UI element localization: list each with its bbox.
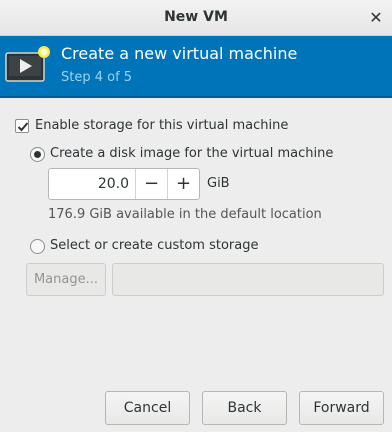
- available-space-text: 176.9 GiB available in the default locat…: [48, 207, 322, 222]
- size-unit-label: GiB: [207, 176, 230, 191]
- cancel-button[interactable]: Cancel: [105, 391, 190, 425]
- forward-button[interactable]: Forward: [299, 391, 384, 425]
- window-title: New VM: [164, 9, 228, 25]
- wizard-header: Create a new virtual machine Step 4 of 5: [0, 36, 392, 98]
- custom-storage-path-input[interactable]: [112, 263, 384, 296]
- title-bar: New VM ✕: [0, 0, 392, 36]
- disk-size-spinbutton[interactable]: 20.0 − +: [48, 168, 200, 200]
- custom-storage-label[interactable]: Select or create custom storage: [50, 238, 258, 253]
- new-vm-dialog: New VM ✕ Create a new virtual machine St…: [0, 0, 392, 432]
- close-icon[interactable]: ✕: [366, 8, 386, 28]
- decrement-button[interactable]: −: [135, 169, 167, 199]
- vm-monitor-icon: [5, 46, 50, 82]
- increment-button[interactable]: +: [167, 169, 199, 199]
- step-indicator: Step 4 of 5: [61, 70, 133, 85]
- disk-size-input[interactable]: 20.0: [49, 169, 129, 199]
- back-button[interactable]: Back: [202, 391, 287, 425]
- manage-button[interactable]: Manage...: [26, 263, 106, 296]
- create-disk-label[interactable]: Create a disk image for the virtual mach…: [50, 146, 333, 161]
- enable-storage-checkbox[interactable]: [15, 119, 29, 133]
- custom-storage-radio[interactable]: [30, 239, 45, 254]
- header-title: Create a new virtual machine: [61, 44, 298, 63]
- enable-storage-label[interactable]: Enable storage for this virtual machine: [35, 118, 288, 133]
- create-disk-radio[interactable]: [30, 147, 45, 162]
- checkmark-icon: [17, 122, 29, 132]
- radio-selected-dot: [34, 151, 41, 158]
